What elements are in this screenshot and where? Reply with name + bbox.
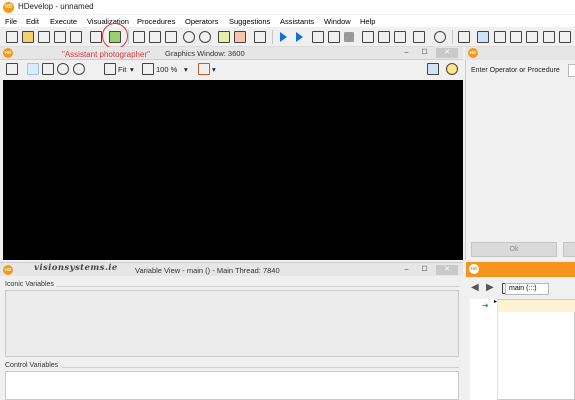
control-variables-label: Control Variables xyxy=(5,362,61,369)
light-icon[interactable] xyxy=(446,63,458,75)
append-icon[interactable] xyxy=(234,31,246,43)
minimize-button[interactable]: – xyxy=(400,265,413,275)
graphics-icon[interactable] xyxy=(394,31,406,43)
feature-icon[interactable] xyxy=(458,31,470,43)
back-arrow-icon[interactable]: ◀ xyxy=(471,282,479,293)
main-toolbar xyxy=(0,27,575,47)
variable-view-title: Variable View - main () - Main Thread: 7… xyxy=(135,266,280,275)
region-info-icon[interactable] xyxy=(543,31,555,43)
annotation-label: "Assistant photographer" xyxy=(62,50,150,59)
menu-operators[interactable]: Operators xyxy=(185,17,218,26)
zoom-dropdown-icon[interactable] xyxy=(73,63,85,75)
zoom-level-label[interactable]: 100 % xyxy=(156,65,177,74)
fit-icon[interactable] xyxy=(104,63,116,75)
profile-icon[interactable] xyxy=(254,31,266,43)
person-icon[interactable] xyxy=(427,63,439,75)
step-out-icon[interactable] xyxy=(328,31,340,43)
menu-edit[interactable]: Edit xyxy=(26,17,39,26)
breakpoint-icon[interactable] xyxy=(378,31,390,43)
stop-icon[interactable] xyxy=(344,32,354,42)
step-over-icon[interactable] xyxy=(296,32,303,42)
region-info-icon[interactable] xyxy=(413,31,425,43)
hand-icon[interactable] xyxy=(42,63,54,75)
menu-suggestions[interactable]: Suggestions xyxy=(229,17,270,26)
graphics-canvas[interactable] xyxy=(3,80,463,260)
control-variables-panel[interactable] xyxy=(5,371,459,400)
group-divider xyxy=(56,286,459,287)
window-logo-icon: HD xyxy=(469,264,479,274)
operator-input[interactable] xyxy=(568,64,575,77)
forward-arrow-icon[interactable]: ▶ xyxy=(486,282,494,293)
operator-panel-header: HD xyxy=(465,47,575,60)
close-button[interactable]: ✕ xyxy=(436,265,458,275)
print-icon[interactable] xyxy=(70,31,82,43)
chevron-down-icon[interactable]: ▾ xyxy=(130,65,134,74)
maximize-button[interactable]: ☐ xyxy=(418,265,431,275)
app-logo-icon: HD xyxy=(3,2,14,13)
copy-icon[interactable] xyxy=(149,31,161,43)
feature-icon[interactable] xyxy=(559,31,571,43)
zoom-level-icon[interactable] xyxy=(142,63,154,75)
menu-execute[interactable]: Execute xyxy=(50,17,77,26)
iconic-variables-label: Iconic Variables xyxy=(5,281,56,288)
window-logo-icon: HD xyxy=(3,48,13,58)
group-divider xyxy=(62,367,459,368)
line-profile-icon[interactable] xyxy=(494,31,506,43)
close-button[interactable]: ✕ xyxy=(436,48,458,58)
menu-assistants[interactable]: Assistants xyxy=(280,17,314,26)
new-file-icon[interactable] xyxy=(6,31,18,43)
highlight-circle xyxy=(102,23,128,49)
menu-help[interactable]: Help xyxy=(360,17,375,26)
window-logo-icon: HD xyxy=(468,48,478,58)
toolbar-separator xyxy=(272,30,273,44)
pointer-icon[interactable] xyxy=(27,63,39,75)
reset-icon[interactable] xyxy=(362,31,374,43)
save-icon[interactable] xyxy=(38,31,50,43)
insert-cursor-icon: ▸ xyxy=(494,299,498,305)
pc-arrow-icon: ➜ xyxy=(482,301,489,310)
histogram-icon[interactable] xyxy=(510,31,522,43)
window-logo-icon: HD xyxy=(3,265,13,275)
menu-procedures[interactable]: Procedures xyxy=(137,17,175,26)
program-window-header: HD xyxy=(466,262,575,277)
minimize-button[interactable]: – xyxy=(400,48,413,58)
iconic-variables-panel[interactable] xyxy=(5,290,459,357)
program-gutter xyxy=(470,299,498,400)
window-title: HDevelop - unnamed xyxy=(18,2,94,11)
secondary-button[interactable] xyxy=(563,242,575,257)
run-icon[interactable] xyxy=(280,32,287,42)
watermark: visionsystems.ie xyxy=(34,263,118,273)
insert-icon[interactable] xyxy=(218,31,230,43)
step-into-icon[interactable] xyxy=(312,31,324,43)
operator-prompt: Enter Operator or Procedure xyxy=(471,67,560,74)
chevron-down-icon[interactable]: ▾ xyxy=(184,65,188,74)
ok-button[interactable]: Ok xyxy=(471,242,557,257)
procedure-selector[interactable]: main (:::) xyxy=(505,283,549,295)
ocr-icon[interactable] xyxy=(526,31,538,43)
save-all-icon[interactable] xyxy=(54,31,66,43)
operator-panel xyxy=(465,47,575,260)
menu-window[interactable]: Window xyxy=(324,17,351,26)
toolbar-separator xyxy=(452,30,453,44)
redo-icon[interactable] xyxy=(199,31,211,43)
undo-icon[interactable] xyxy=(183,31,195,43)
histogram-icon[interactable] xyxy=(477,31,489,43)
graphics-toolbar: Fit ▾ 100 % ▾ ▾ xyxy=(0,60,463,80)
cut-icon[interactable] xyxy=(133,31,145,43)
zoom-icon[interactable] xyxy=(57,63,69,75)
paste-icon[interactable] xyxy=(165,31,177,43)
fit-label[interactable]: Fit xyxy=(118,65,126,74)
toolbar-separator xyxy=(128,30,129,44)
menu-file[interactable]: File xyxy=(5,17,17,26)
current-line[interactable] xyxy=(498,300,575,312)
color-icon[interactable] xyxy=(198,63,210,75)
graphics-window-title: Graphics Window: 3600 xyxy=(165,49,245,58)
clock-icon[interactable] xyxy=(434,31,446,43)
pencil-icon[interactable] xyxy=(6,63,18,75)
open-file-icon[interactable] xyxy=(22,31,34,43)
maximize-button[interactable]: ☐ xyxy=(418,48,431,58)
chevron-down-icon[interactable]: ▾ xyxy=(212,65,216,74)
properties-icon[interactable] xyxy=(90,31,102,43)
